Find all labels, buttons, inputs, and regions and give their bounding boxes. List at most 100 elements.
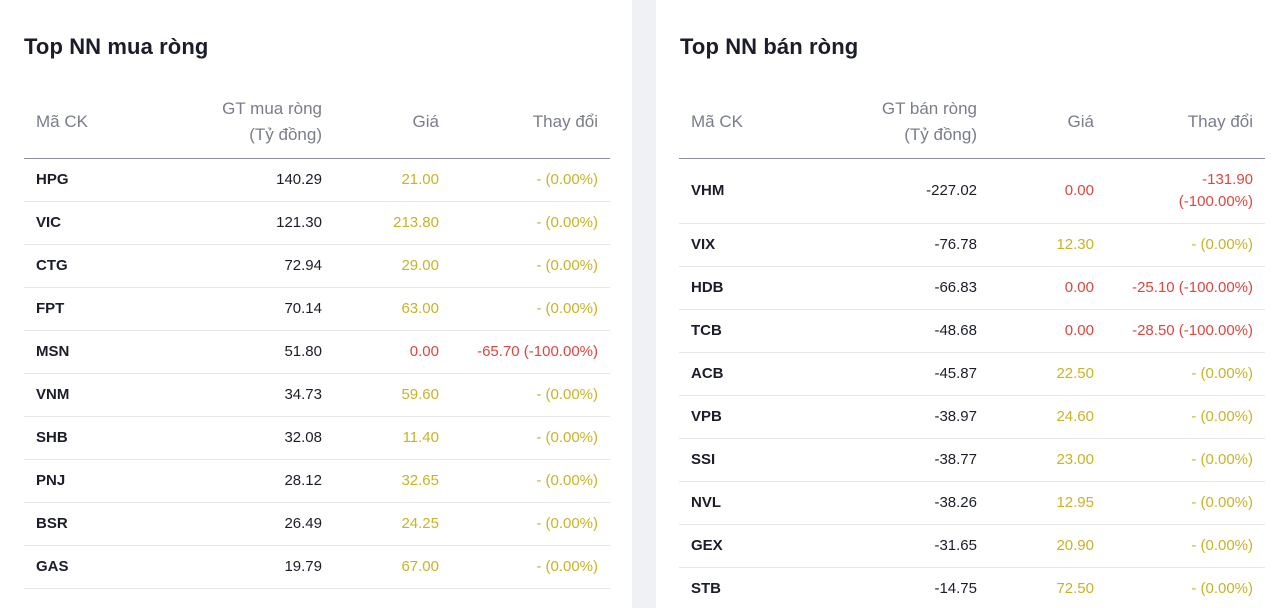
price-change: - (0.00%) [451,244,610,288]
price: 0.00 [334,330,451,374]
price-change: - (0.00%) [1106,395,1265,439]
table-row[interactable]: VNM 34.73 59.60- (0.00%) [24,373,610,417]
stock-symbol[interactable]: ACB [679,352,829,396]
net-value: 26.49 [174,502,334,546]
price-change: - (0.00%) [451,545,610,589]
table-row[interactable]: SSI -38.77 23.00- (0.00%) [679,438,1265,482]
stock-symbol[interactable]: SSI [679,438,829,482]
net-value: 34.73 [174,373,334,417]
price-change: - (0.00%) [451,459,610,503]
stock-symbol[interactable]: TCB [679,309,829,353]
table-row[interactable]: SHB 32.08 11.40- (0.00%) [24,416,610,460]
price: 32.65 [334,459,451,503]
stock-symbol[interactable]: FPT [24,287,174,331]
price: 12.30 [989,223,1106,267]
table-row[interactable]: BSR 26.49 24.25- (0.00%) [24,502,610,546]
table-row[interactable]: MSN 51.80 0.00 -65.70 (-100.00%) [24,330,610,374]
header-net-value: GT bán ròng (Tỷ đồng) [829,86,989,159]
table-row[interactable]: HPG 140.29 21.00- (0.00%) [24,158,610,202]
net-value: 32.08 [174,416,334,460]
stock-symbol[interactable]: VNM [24,373,174,417]
price-change: - (0.00%) [451,287,610,331]
price-change-percent: (-100.00%) [1178,193,1253,210]
stock-symbol[interactable]: SHB [24,416,174,460]
table-row[interactable]: ACB -45.87 22.50- (0.00%) [679,352,1265,396]
price: 23.00 [989,438,1106,482]
price: 11.40 [334,416,451,460]
stock-symbol[interactable]: PNJ [24,459,174,503]
price: 0.00 [989,158,1106,224]
stock-symbol[interactable]: STB [679,567,829,608]
price: 0.00 [989,309,1106,353]
price: 21.00 [334,158,451,202]
table-row[interactable]: VPB -38.97 24.60- (0.00%) [679,395,1265,439]
net-sell-table: Mã CK GT bán ròng (Tỷ đồng) Giá Thay đổi… [679,86,1265,608]
header-net-value: GT mua ròng (Tỷ đồng) [174,86,334,159]
net-value: 19.79 [174,545,334,589]
table-row[interactable]: GEX -31.65 20.90- (0.00%) [679,524,1265,568]
stock-symbol[interactable]: VIC [24,201,174,245]
price-change: - (0.00%) [451,373,610,417]
price: 72.50 [989,567,1106,608]
stock-symbol[interactable]: BSR [24,502,174,546]
table-row[interactable]: CTG 72.94 29.00- (0.00%) [24,244,610,288]
header-symbol: Mã CK [24,86,174,159]
net-value: 72.94 [174,244,334,288]
stock-symbol[interactable]: VPB [679,395,829,439]
stock-symbol[interactable]: HPG [24,158,174,202]
price: 24.60 [989,395,1106,439]
net-value: 28.12 [174,459,334,503]
table-row[interactable]: TCB -48.68 0.00 -28.50 (-100.00%) [679,309,1265,353]
table-row[interactable]: PNJ 28.12 32.65- (0.00%) [24,459,610,503]
header-net-value-line2: (Tỷ đồng) [249,125,322,144]
net-buy-table: Mã CK GT mua ròng (Tỷ đồng) Giá Thay đổi… [24,86,610,589]
stock-symbol[interactable]: GAS [24,545,174,589]
table-row[interactable]: GAS 19.79 67.00- (0.00%) [24,545,610,589]
table-row[interactable]: VIC 121.30 213.80- (0.00%) [24,201,610,245]
header-change: Thay đổi [451,86,610,159]
header-change: Thay đổi [1106,86,1265,159]
price: 59.60 [334,373,451,417]
price: 0.00 [989,266,1106,310]
table-row[interactable]: NVL -38.26 12.95- (0.00%) [679,481,1265,525]
table-row[interactable]: VIX -76.78 12.30- (0.00%) [679,223,1265,267]
stock-symbol[interactable]: VHM [679,158,829,224]
price-change: -28.50 (-100.00%) [1106,309,1265,353]
stock-symbol[interactable]: VIX [679,223,829,267]
net-buy-title: Top NN mua ròng [24,34,209,59]
price: 67.00 [334,545,451,589]
price-change: -131.90 (-100.00%) [1106,158,1265,224]
table-row[interactable]: STB -14.75 72.50- (0.00%) [679,567,1265,608]
price: 20.90 [989,524,1106,568]
price-change: - (0.00%) [1106,481,1265,525]
net-value: 121.30 [174,201,334,245]
price-change: - (0.00%) [1106,223,1265,267]
net-value: -76.78 [829,223,989,267]
net-value: -38.26 [829,481,989,525]
stock-symbol[interactable]: HDB [679,266,829,310]
price-change: -65.70 (-100.00%) [451,330,610,374]
table-row[interactable]: VHM -227.02 0.00 -131.90 (-100.00%) [679,158,1265,224]
price: 63.00 [334,287,451,331]
net-value: -227.02 [829,158,989,224]
table-row[interactable]: HDB -66.83 0.00 -25.10 (-100.00%) [679,266,1265,310]
net-value: -45.87 [829,352,989,396]
header-symbol: Mã CK [679,86,829,159]
header-net-value-line1: GT mua ròng [222,99,322,118]
net-value: -31.65 [829,524,989,568]
stock-symbol[interactable]: CTG [24,244,174,288]
price-change: - (0.00%) [1106,567,1265,608]
header-net-value-line1: GT bán ròng [881,99,977,118]
price: 24.25 [334,502,451,546]
stock-symbol[interactable]: NVL [679,481,829,525]
stock-symbol[interactable]: MSN [24,330,174,374]
table-header-row: Mã CK GT mua ròng (Tỷ đồng) Giá Thay đổi [24,86,610,159]
price: 29.00 [334,244,451,288]
price-change: - (0.00%) [451,158,610,202]
price-change: - (0.00%) [451,201,610,245]
table-row[interactable]: FPT 70.14 63.00- (0.00%) [24,287,610,331]
net-value: 140.29 [174,158,334,202]
price-change: - (0.00%) [451,416,610,460]
net-buy-panel: Top NN mua ròng Mã CK GT mua ròng (Tỷ đồ… [0,0,632,608]
stock-symbol[interactable]: GEX [679,524,829,568]
